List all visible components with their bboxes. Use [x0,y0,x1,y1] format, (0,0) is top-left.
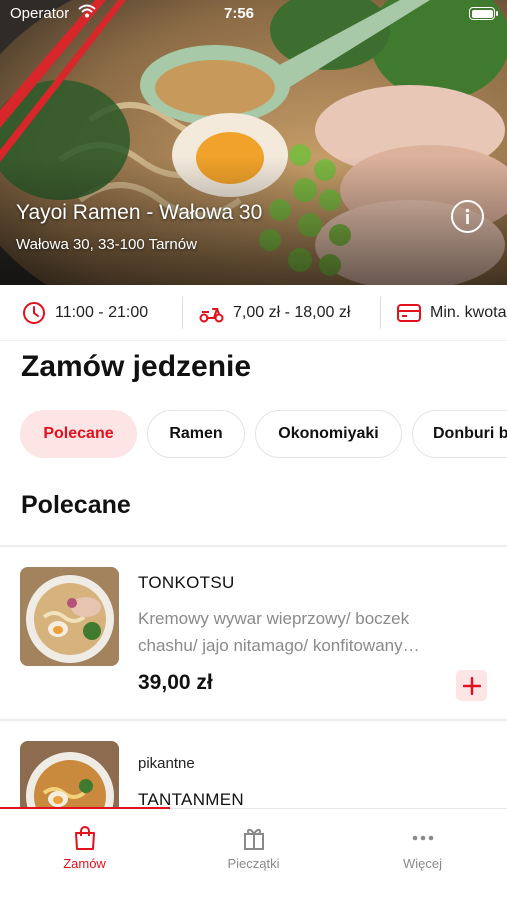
restaurant-address: Wałowa 30, 33-100 Tarnów [16,236,197,253]
category-chip-donburi[interactable]: Donburi b [412,410,507,458]
menu-item-tonkotsu[interactable]: TONKOTSU Kremowy wywar wieprzowy/ boczek… [0,547,507,719]
add-to-cart-button[interactable] [456,670,487,701]
gift-icon [243,828,264,850]
item-description-line: Kremowy wywar wieprzowy/ boczek [138,609,410,628]
status-bar: Operator 7:56 [0,0,507,28]
restaurant-info-strip: 11:00 - 21:00 7,00 zł - 18,00 zł Min. kw… [0,285,507,341]
plus-icon [462,676,481,695]
tantanmen-photo [20,741,119,809]
tab-zamow[interactable]: Zamów [0,809,169,879]
delivery-cost: 7,00 zł - 18,00 zł [199,285,351,340]
opening-hours: 11:00 - 21:00 [22,285,149,340]
scooter-icon [199,308,224,323]
divider [380,297,381,329]
section-title: Polecane [21,491,131,519]
bottom-tab-bar: Zamów Pieczątki Więcej [0,807,507,900]
category-chips: Polecane Ramen Okonomiyaki Donburi b [20,410,507,460]
category-chip-polecane[interactable]: Polecane [20,410,137,458]
clock-icon [23,302,45,324]
battery-icon [469,7,498,20]
item-description-line: chashu/ jajo nitamago/ konfitowany… [138,636,420,655]
tonkotsu-photo [20,567,119,666]
bag-icon [74,826,95,850]
tab-label: Zamów [63,856,106,871]
min-order-text: Min. kwota [430,304,507,321]
card-icon [397,304,421,322]
restaurant-name: Yayoi Ramen - Wałowa 30 [16,201,263,224]
category-chip-ramen[interactable]: Ramen [147,410,245,458]
more-dots-icon [412,835,433,841]
delivery-cost-text: 7,00 zł - 18,00 zł [233,304,351,321]
item-tag: pikantne [138,755,195,772]
opening-hours-text: 11:00 - 21:00 [55,304,149,321]
tab-label: Pieczątki [227,856,280,871]
carrier-label: Operator [10,5,70,22]
divider [182,297,183,329]
tab-label: Więcej [402,856,442,871]
info-icon[interactable] [451,200,484,233]
item-name: TONKOTSU [138,573,235,592]
min-order: Min. kwota [397,285,507,340]
restaurant-hero: Operator 7:56 Yayoi Ramen - Wałowa 30 Wa… [0,0,507,285]
category-chip-okonomiyaki[interactable]: Okonomiyaki [255,410,402,458]
menu-item-tantanmen[interactable]: pikantne TANTANMEN [0,721,507,809]
clock-time: 7:56 [224,5,255,22]
tab-wiecej[interactable]: Więcej [338,809,507,879]
page-title: Zamów jedzenie [21,350,252,383]
tab-pieczatki[interactable]: Pieczątki [169,809,338,879]
item-price: 39,00 zł [138,671,213,694]
wifi-icon [78,4,96,22]
item-description: Kremowy wywar wieprzowy/ boczek chashu/ … [138,605,478,659]
